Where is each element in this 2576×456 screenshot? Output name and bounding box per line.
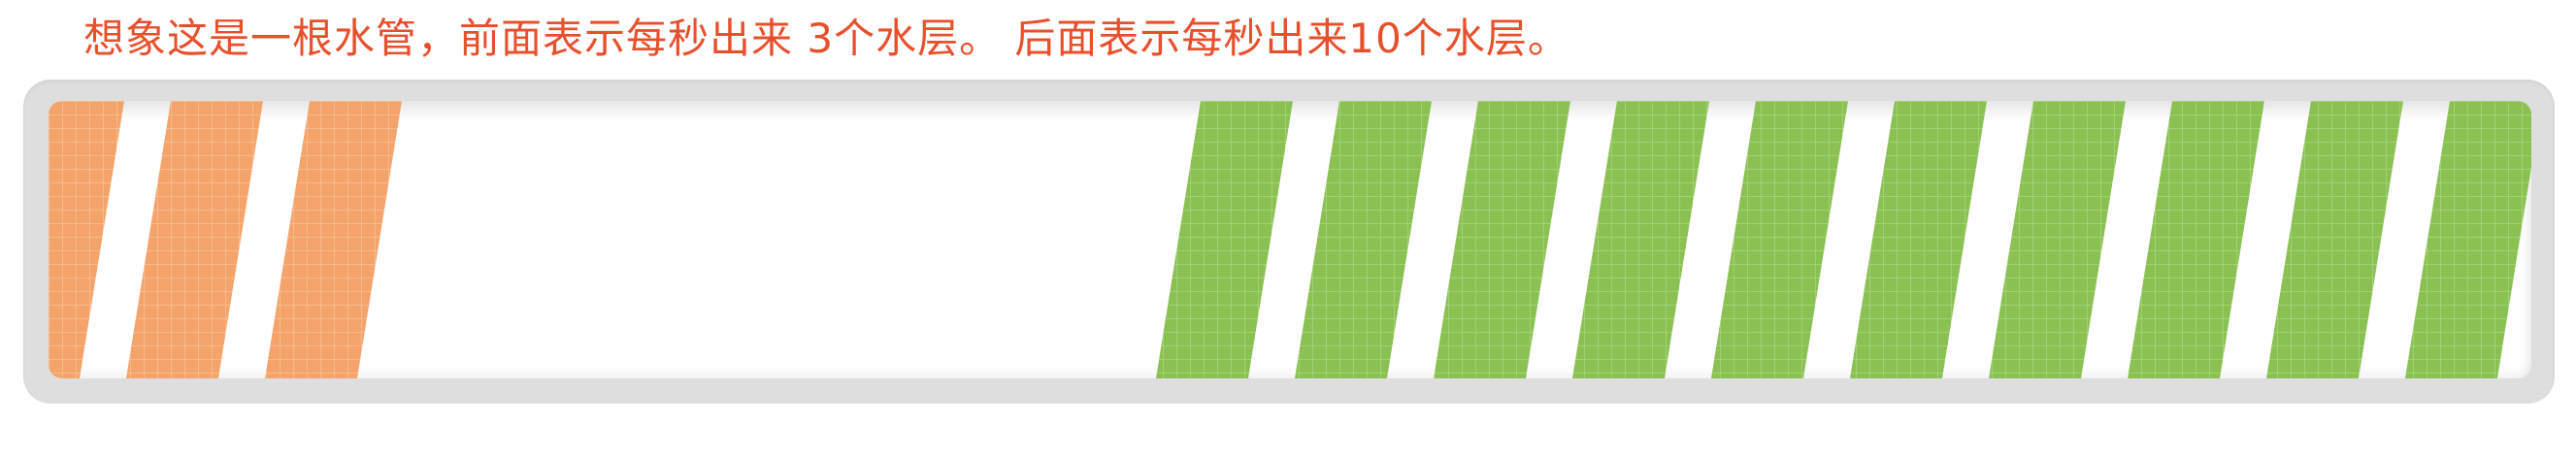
water-layer xyxy=(2128,101,2264,378)
slow-flow-layers xyxy=(49,101,402,378)
water-layer xyxy=(1711,101,1848,378)
water-layer xyxy=(1850,101,1987,378)
caption-text: 想象这是一根水管，前面表示每秒出来 3个水层。 后面表示每秒出来10个水层。 xyxy=(83,15,1569,62)
water-layer xyxy=(1572,101,1709,378)
water-layer xyxy=(1295,101,1432,378)
water-layer xyxy=(49,101,124,378)
water-layer xyxy=(1434,101,1570,378)
water-layer xyxy=(2266,101,2403,378)
water-layer xyxy=(2405,101,2531,378)
water-layers-drawing xyxy=(49,101,2531,378)
water-layer xyxy=(1989,101,2126,378)
fast-flow-layers xyxy=(1156,101,2531,378)
water-layer xyxy=(1156,101,1293,378)
water-layer xyxy=(265,101,402,378)
water-layer xyxy=(126,101,263,378)
pipe-interior xyxy=(49,101,2531,378)
